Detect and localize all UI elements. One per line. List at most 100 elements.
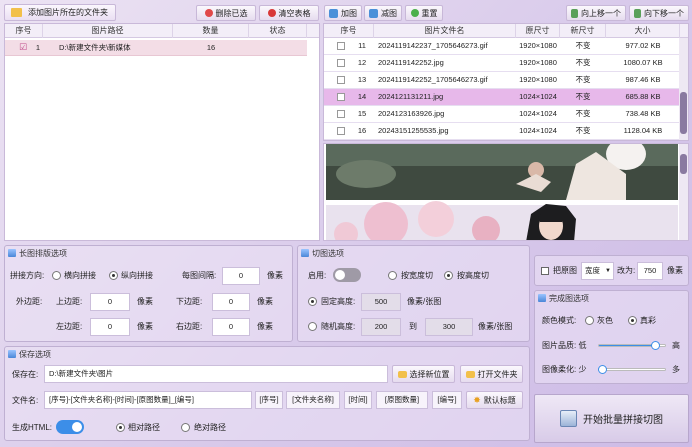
- image-row[interactable]: 13 2024119142252_1705646273.gif 1920×1080 不…: [324, 72, 680, 89]
- row-file-size: 738.48 KB: [625, 109, 661, 118]
- folder-row[interactable]: ☑ 1 D:\新建文件夹\新媒体 16: [5, 40, 307, 56]
- image-table: 序号 图片文件名 原尺寸 新尺寸 大小 11 2024119142237_1705…: [323, 23, 689, 141]
- absolute-path-label[interactable]: 绝对路径: [194, 422, 226, 434]
- row-checkbox[interactable]: [337, 76, 345, 84]
- remove-image-button[interactable]: 减图: [364, 5, 402, 21]
- sun-icon: ✸: [473, 394, 481, 405]
- choose-location-button[interactable]: 选择新位置: [392, 365, 455, 383]
- delete-selected-button[interactable]: 删除已选: [196, 5, 256, 21]
- soften-label: 图像柔化: 少: [542, 365, 587, 374]
- row-index: 11: [358, 41, 366, 50]
- header-count[interactable]: 数量: [173, 24, 249, 38]
- header-filename[interactable]: 图片文件名: [374, 24, 516, 38]
- tag-index[interactable]: [序号]: [255, 391, 283, 409]
- reset-icon: [410, 9, 419, 17]
- image-row[interactable]: 14 2024121131211.jpg 1024×1024 不变 685.88 KB: [324, 89, 680, 106]
- image-row[interactable]: 15 2024123163926.jpg 1024×1024 不变 738.48 KB: [324, 106, 680, 123]
- dimension-select[interactable]: 宽度 ▼: [581, 262, 614, 280]
- bottom-margin-input[interactable]: 0: [212, 293, 250, 311]
- html-toggle[interactable]: [56, 420, 84, 434]
- clear-table-button[interactable]: 清空表格: [259, 5, 319, 21]
- cut-by-height-label[interactable]: 按高度切: [457, 270, 489, 282]
- start-batch-button[interactable]: 开始批量拼接切图: [534, 394, 689, 443]
- row-checkbox[interactable]: [337, 59, 345, 67]
- fixed-height-radio[interactable]: [308, 297, 317, 306]
- vertical-scrollbar[interactable]: [679, 38, 688, 140]
- random-max-input[interactable]: 300: [425, 318, 473, 336]
- header-new-size[interactable]: 新尺寸: [560, 24, 606, 38]
- tag-number[interactable]: [编号]: [432, 391, 462, 409]
- absolute-path-radio[interactable]: [181, 423, 190, 432]
- header-index[interactable]: 序号: [324, 24, 374, 38]
- gray-label[interactable]: 灰色: [597, 315, 613, 327]
- random-height-unit: 像素/张图: [478, 322, 513, 331]
- add-folder-button[interactable]: 添加图片所在的文件夹: [4, 4, 116, 21]
- default-title-button[interactable]: ✸ 默认标题: [466, 391, 523, 409]
- header-path[interactable]: 图片路径: [43, 24, 173, 38]
- open-folder-button[interactable]: 打开文件夹: [460, 365, 523, 383]
- stitch-icon: [560, 410, 577, 427]
- random-height-radio[interactable]: [308, 322, 317, 331]
- true-color-radio[interactable]: [628, 316, 637, 325]
- vertical-label[interactable]: 纵向拼接: [121, 270, 153, 282]
- relative-path-radio[interactable]: [116, 423, 125, 432]
- row-new-size: 不变: [575, 58, 591, 67]
- image-row[interactable]: 11 2024119142237_1705646273.gif 1920×1080 不…: [324, 38, 680, 55]
- enable-toggle[interactable]: [333, 268, 361, 282]
- row-original-size: 1920×1080: [519, 41, 557, 50]
- enable-label: 启用:: [308, 271, 327, 280]
- checkmark-icon[interactable]: ☑: [19, 42, 27, 53]
- vertical-radio[interactable]: [109, 271, 118, 280]
- true-color-label[interactable]: 真彩: [640, 315, 656, 327]
- image-row[interactable]: 12 2024119142252.jpg 1920×1080 不变 1080.07 KB: [324, 55, 680, 72]
- cut-icon: [301, 249, 309, 257]
- image-row[interactable]: 16 20243151255535.jpg 1024×1024 不变 1128.04 K…: [324, 123, 680, 140]
- cut-by-height-radio[interactable]: [444, 271, 453, 280]
- cut-by-width-label[interactable]: 按宽度切: [401, 270, 433, 282]
- folder-status: [249, 40, 307, 56]
- tag-original-count[interactable]: [原图数量]: [376, 391, 428, 409]
- right-margin-label: 右边距:: [176, 322, 203, 331]
- horizontal-label[interactable]: 横向拼接: [64, 270, 96, 282]
- filename-pattern-input[interactable]: [序号]-[文件夹名称]-[时间]-[原图数量]_[编号]: [44, 391, 252, 409]
- right-margin-input[interactable]: 0: [212, 318, 250, 336]
- spacing-input[interactable]: 0: [222, 267, 260, 285]
- soften-slider[interactable]: [598, 365, 666, 374]
- quality-slider[interactable]: [598, 341, 666, 350]
- header-original-size[interactable]: 原尺寸: [516, 24, 560, 38]
- scrollbar-thumb[interactable]: [680, 92, 687, 134]
- tag-folder-name[interactable]: [文件夹名称]: [286, 391, 340, 409]
- header-status[interactable]: 状态: [249, 24, 307, 38]
- row-index: 12: [357, 58, 367, 67]
- resize-checkbox[interactable]: [541, 267, 549, 275]
- preview-scroll-thumb[interactable]: [680, 154, 687, 174]
- left-margin-input[interactable]: 0: [90, 318, 130, 336]
- preview-scrollbar[interactable]: [679, 144, 688, 240]
- header-file-size[interactable]: 大小: [606, 24, 680, 38]
- horizontal-radio[interactable]: [52, 271, 61, 280]
- move-down-button[interactable]: 向下移一个: [629, 5, 689, 21]
- add-image-button[interactable]: 加图: [324, 5, 362, 21]
- header-index[interactable]: 序号: [5, 24, 43, 38]
- cut-by-width-radio[interactable]: [388, 271, 397, 280]
- outer-margin-label: 外边距:: [16, 297, 43, 306]
- row-checkbox[interactable]: [337, 110, 345, 118]
- fixed-height-input[interactable]: 500: [361, 293, 401, 311]
- change-to-label: 改为:: [617, 266, 636, 275]
- row-checkbox[interactable]: [337, 42, 345, 50]
- top-margin-input[interactable]: 0: [90, 293, 130, 311]
- row-new-size: 不变: [575, 92, 591, 101]
- row-filename: 2024123163926.jpg: [378, 109, 445, 118]
- gray-radio[interactable]: [585, 316, 594, 325]
- move-up-button[interactable]: 向上移一个: [566, 5, 626, 21]
- toggle-knob: [72, 422, 82, 432]
- reset-button[interactable]: 重置: [405, 5, 443, 21]
- resize-value-input[interactable]: 750: [637, 262, 663, 280]
- save-path-input[interactable]: D:\新建文件夹\图片: [44, 365, 388, 383]
- tag-time[interactable]: [时间]: [344, 391, 372, 409]
- row-checkbox[interactable]: [337, 93, 345, 101]
- relative-path-label[interactable]: 相对路径: [128, 422, 160, 434]
- soften-more-label: 多: [672, 365, 680, 374]
- row-checkbox[interactable]: [337, 127, 345, 135]
- random-min-input[interactable]: 200: [361, 318, 401, 336]
